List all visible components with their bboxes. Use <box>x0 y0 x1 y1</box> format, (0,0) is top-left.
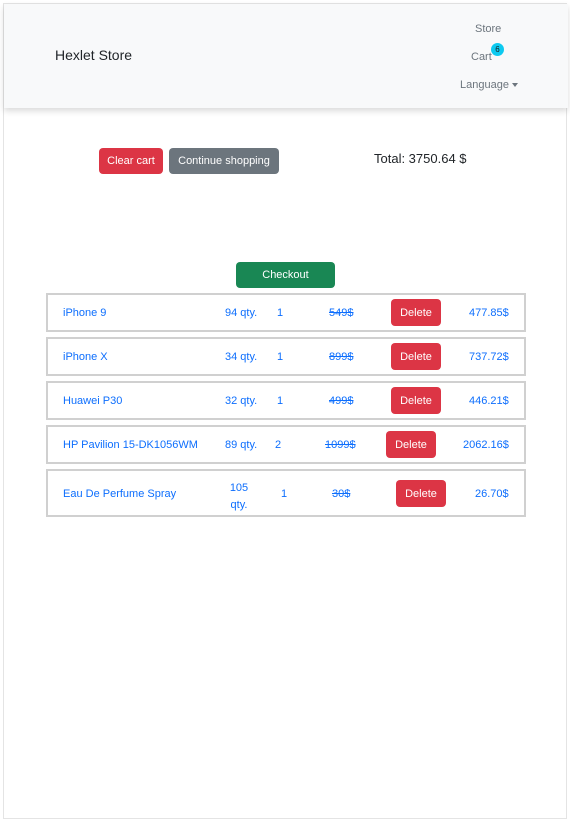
nav-link-store[interactable]: Store <box>475 23 501 35</box>
brand-logo-text[interactable]: Hexlet Store <box>55 47 132 63</box>
product-price: 477.85$ <box>469 307 509 319</box>
delete-item-button[interactable]: Delete <box>386 431 436 458</box>
product-name-link[interactable]: HP Pavilion 15-DK1056WM <box>63 439 198 451</box>
delete-item-button[interactable]: Delete <box>396 480 446 507</box>
product-stock: 32 qty. <box>225 395 258 407</box>
navbar: Hexlet Store Store Cart 6 Language <box>4 4 568 108</box>
product-quantity: 1 <box>277 351 284 363</box>
product-old-price: 30$ <box>332 488 351 500</box>
product-old-price: 1099$ <box>325 439 356 451</box>
cart-row: HP Pavilion 15-DK1056WM 89 qty. 2 1099$ … <box>46 425 526 464</box>
nav-link-cart[interactable]: Cart <box>471 51 492 63</box>
product-price: 26.70$ <box>475 488 509 500</box>
product-old-price: 549$ <box>329 307 354 319</box>
product-stock: 89 qty. <box>225 439 258 451</box>
app-frame: Hexlet Store Store Cart 6 Language Clear… <box>3 3 568 819</box>
product-quantity: 1 <box>281 488 288 500</box>
product-stock: 34 qty. <box>225 351 258 363</box>
product-name-link[interactable]: Huawei P30 <box>63 395 122 407</box>
language-label: Language <box>460 79 509 91</box>
continue-shopping-button[interactable]: Continue shopping <box>169 148 279 174</box>
cart-count-badge: 6 <box>491 43 504 56</box>
checkout-button[interactable]: Checkout <box>236 262 335 288</box>
cart-row: iPhone X 34 qty. 1 899$ Delete 737.72$ <box>46 337 526 376</box>
product-old-price: 899$ <box>329 351 354 363</box>
cart-row: Huawei P30 32 qty. 1 499$ Delete 446.21$ <box>46 381 526 420</box>
cart-total: Total: 3750.64 $ <box>374 151 467 166</box>
product-stock: 94 qty. <box>225 307 258 319</box>
product-quantity: 1 <box>277 395 284 407</box>
clear-cart-button[interactable]: Clear cart <box>99 148 163 174</box>
product-quantity: 1 <box>277 307 284 319</box>
product-name-link[interactable]: iPhone X <box>63 351 108 363</box>
delete-item-button[interactable]: Delete <box>391 343 441 370</box>
language-dropdown[interactable]: Language <box>460 79 518 91</box>
delete-item-button[interactable]: Delete <box>391 299 441 326</box>
product-old-price: 499$ <box>329 395 354 407</box>
product-name-link[interactable]: Eau De Perfume Spray <box>63 488 176 500</box>
product-name-link[interactable]: iPhone 9 <box>63 307 106 319</box>
cart-row: iPhone 9 94 qty. 1 549$ Delete 477.85$ <box>46 293 526 332</box>
product-stock: 105 qty. <box>229 482 249 511</box>
product-price: 446.21$ <box>469 395 509 407</box>
product-quantity: 2 <box>275 439 282 451</box>
product-price: 737.72$ <box>469 351 509 363</box>
cart-row: Eau De Perfume Spray 105 qty. 1 30$ Dele… <box>46 469 526 517</box>
delete-item-button[interactable]: Delete <box>391 387 441 414</box>
product-price: 2062.16$ <box>463 439 509 451</box>
caret-down-icon <box>511 83 518 88</box>
